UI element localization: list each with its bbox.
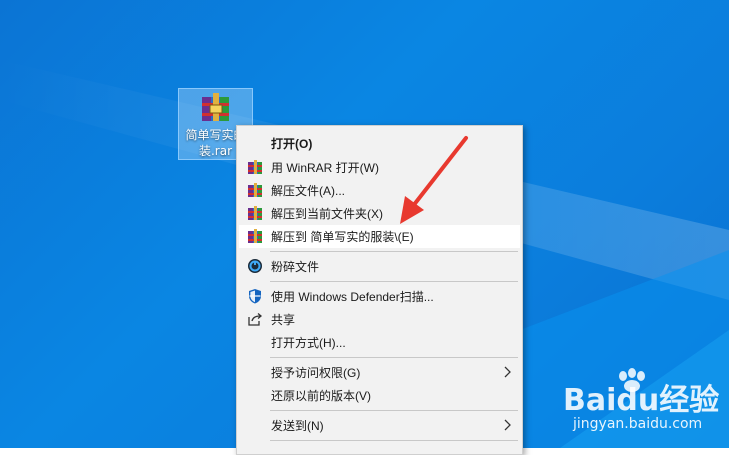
winrar-icon	[248, 183, 262, 197]
menu-separator	[270, 357, 518, 358]
menu-separator	[270, 281, 518, 282]
menu-separator	[270, 251, 518, 252]
menu-separator	[270, 410, 518, 411]
chevron-right-icon	[504, 366, 511, 378]
menu-item-defender-scan[interactable]: 使用 Windows Defender扫描...	[239, 285, 520, 308]
menu-item-share[interactable]: 共享	[239, 308, 520, 331]
context-menu: 打开(O) 用 WinRAR 打开(W) 解压文件(A)... 解压到当前文件夹…	[236, 125, 523, 455]
menu-item-shred-file[interactable]: 粉碎文件	[239, 255, 520, 278]
menu-item-extract-to-folder[interactable]: 解压到 简单写实的服装\(E)	[239, 225, 520, 248]
menu-item-open[interactable]: 打开(O)	[239, 132, 520, 155]
watermark-url: jingyan.baidu.com	[573, 416, 703, 432]
menu-item-open-with-winrar[interactable]: 用 WinRAR 打开(W)	[239, 156, 520, 179]
watermark-brand: Baidu经验	[563, 383, 720, 418]
menu-item-restore-versions[interactable]: 还原以前的版本(V)	[239, 384, 520, 407]
shredder-icon	[248, 259, 262, 273]
winrar-icon	[248, 229, 262, 243]
winrar-archive-icon	[202, 93, 229, 121]
menu-item-open-with[interactable]: 打开方式(H)...	[239, 331, 520, 354]
menu-item-send-to[interactable]: 发送到(N)	[239, 414, 520, 437]
menu-item-extract-files[interactable]: 解压文件(A)...	[239, 179, 520, 202]
menu-item-extract-here[interactable]: 解压到当前文件夹(X)	[239, 202, 520, 225]
menu-separator	[270, 440, 518, 441]
menu-item-give-access[interactable]: 授予访问权限(G)	[239, 361, 520, 384]
defender-shield-icon	[249, 289, 261, 304]
chevron-right-icon	[504, 419, 511, 431]
winrar-icon	[248, 206, 262, 220]
winrar-icon	[248, 160, 262, 174]
share-icon	[248, 313, 263, 326]
